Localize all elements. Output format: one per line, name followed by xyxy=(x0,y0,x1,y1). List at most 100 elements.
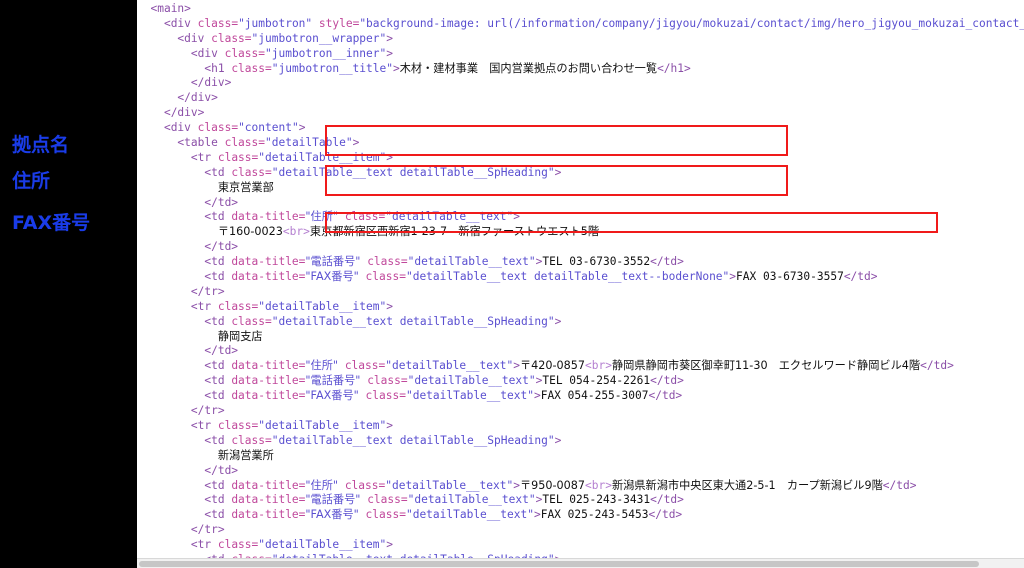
code-line: <div class="jumbotron__inner"> xyxy=(137,47,1024,62)
code-token-val: "住所" xyxy=(305,478,339,492)
code-token-txt: 〒160-0023 xyxy=(217,225,283,239)
code-token-attr: data-title= xyxy=(231,359,306,373)
code-line: </div> xyxy=(137,76,1024,91)
horizontal-scrollbar-thumb[interactable] xyxy=(139,561,979,567)
code-token-attr: class= xyxy=(197,121,239,135)
code-token-attr: class= xyxy=(358,389,406,403)
code-token-br: <br> xyxy=(282,225,310,239)
code-token-tag: > xyxy=(386,418,393,432)
code-token-tag: > xyxy=(513,359,520,373)
code-token-tag: </td> xyxy=(650,374,684,388)
code-token-txt: 〒420-0857 xyxy=(519,359,586,373)
code-line: 東京営業部 xyxy=(137,181,1024,196)
code-token-tag: </h1> xyxy=(657,61,691,75)
code-token-tag: <td xyxy=(204,374,232,388)
code-line: <td data-title="FAX番号" class="detailTabl… xyxy=(137,389,1024,404)
code-token-tag: <td xyxy=(204,389,232,403)
code-line: <h1 class="jumbotron__title">木材・建材事業 国内営… xyxy=(137,62,1024,77)
code-token-val: "住所" xyxy=(305,359,339,373)
code-token-val: "content" xyxy=(238,121,299,135)
source-code-viewport[interactable]: <main> <div class="jumbotron" style="bac… xyxy=(137,0,1024,560)
code-token-tag: <tr xyxy=(190,538,218,552)
code-line: 静岡支店 xyxy=(137,330,1024,345)
code-token-tag: <td xyxy=(204,270,232,284)
code-token-txt: 静岡支店 xyxy=(217,329,263,343)
code-token-attr: class= xyxy=(231,433,272,447)
code-line: </td> xyxy=(137,464,1024,479)
code-token-tag: > xyxy=(533,389,541,403)
code-token-val: "detailTable__text detailTable__SpHeadin… xyxy=(271,314,555,328)
code-token-txt: 新潟県新潟市中央区東大通2-5-1 カープ新潟ビル9階 xyxy=(611,478,883,492)
code-token-val: "jumbotron__inner" xyxy=(265,46,387,60)
code-line: <td class="detailTable__text detailTable… xyxy=(137,434,1024,449)
code-line: </td> xyxy=(137,240,1024,255)
code-token-tag: > xyxy=(554,314,562,328)
code-token-val: "detailTable__text" xyxy=(385,359,514,373)
code-token-val: "detailTable__text" xyxy=(405,389,534,403)
code-token-attr: data-title= xyxy=(231,270,306,284)
code-token-br: <br> xyxy=(585,478,612,492)
code-token-tag: </div> xyxy=(163,106,205,120)
code-token-attr: class= xyxy=(217,150,259,164)
code-token-tag: </td> xyxy=(650,255,684,269)
code-token-tag: > xyxy=(386,150,393,164)
code-token-attr: style= xyxy=(312,16,360,30)
code-token-val: "jumbotron__wrapper" xyxy=(251,31,387,45)
code-token-tag: </tr> xyxy=(190,404,225,418)
code-token-tag: </td> xyxy=(204,463,239,477)
code-token-tag: <table xyxy=(177,136,225,150)
source-code-listing: <main> <div class="jumbotron" style="bac… xyxy=(137,0,1024,560)
code-line: <div class="jumbotron__wrapper"> xyxy=(137,32,1024,47)
code-token-txt: 東京営業部 xyxy=(217,180,274,194)
code-token-tag: </tr> xyxy=(190,523,225,537)
code-token-val: "FAX番号" xyxy=(305,389,359,403)
code-token-val: "detailTable" xyxy=(265,136,353,150)
code-token-attr: class= xyxy=(224,136,265,150)
code-token-val: "jumbotron__title" xyxy=(271,61,393,75)
horizontal-scrollbar[interactable] xyxy=(137,558,1024,568)
code-token-val: "jumbotron" xyxy=(238,16,313,30)
code-token-tag: </td> xyxy=(882,478,917,492)
code-token-val: "detailTable__text detailTable__SpHeadin… xyxy=(271,433,555,447)
code-token-val: "detailTable__item" xyxy=(258,538,387,552)
code-token-attr: class= xyxy=(217,418,259,432)
code-line: <td data-title="電話番号" class="detailTable… xyxy=(137,255,1024,270)
code-token-tag: <td xyxy=(204,210,232,224)
code-token-val: "detailTable__text" xyxy=(385,210,514,224)
code-token-tag: </td> xyxy=(204,195,239,209)
code-token-tag: </td> xyxy=(648,389,683,403)
code-token-tag: > xyxy=(298,121,306,135)
code-token-txt: 〒950-0087 xyxy=(519,478,586,492)
screenshot-root: 拠点名 住所 FAX番号 <main> <div class="jumbotro… xyxy=(0,0,1024,568)
code-token-attr: data-title= xyxy=(231,255,306,269)
code-line: </div> xyxy=(137,91,1024,106)
code-token-tag: <td xyxy=(204,359,232,373)
code-token-val: "電話番号" xyxy=(305,493,361,507)
code-line: </div> xyxy=(137,106,1024,121)
code-token-attr: data-title= xyxy=(231,210,306,224)
code-token-tag: > xyxy=(352,136,360,150)
code-token-tag: </td> xyxy=(650,493,684,507)
code-token-tag: <h1 xyxy=(204,61,232,75)
code-token-tag: </td> xyxy=(920,359,954,373)
code-line: <tr class="detailTable__item"> xyxy=(137,419,1024,434)
annotation-label-fax-bango: FAX番号 xyxy=(12,212,91,234)
code-token-val: "FAX番号" xyxy=(305,508,359,522)
code-token-txt: TEL 025-243-3431 xyxy=(542,493,651,507)
code-line: <td data-title="住所" class="detailTable__… xyxy=(137,479,1024,494)
code-token-tag: <td xyxy=(204,508,232,522)
code-token-tag: <main> xyxy=(150,2,191,15)
code-token-val: "background-image: url(/information/comp… xyxy=(359,16,1024,30)
code-token-txt: FAX 025-243-5453 xyxy=(540,508,649,522)
code-token-attr: class= xyxy=(217,299,259,313)
code-line: <td data-title="住所" class="detailTable__… xyxy=(137,359,1024,374)
code-line: <td data-title="FAX番号" class="detailTabl… xyxy=(137,508,1024,523)
code-token-val: "電話番号" xyxy=(305,255,361,269)
code-token-val: "detailTable__text detailTable__text--bo… xyxy=(405,270,730,284)
code-token-tag: </td> xyxy=(204,240,239,254)
code-line: <tr class="detailTable__item"> xyxy=(137,300,1024,315)
code-line: <main> xyxy=(137,2,1024,17)
code-line: <td data-title="住所" class="detailTable__… xyxy=(137,210,1024,225)
code-token-attr: class= xyxy=(231,61,272,75)
code-token-tag: <tr xyxy=(190,418,218,432)
